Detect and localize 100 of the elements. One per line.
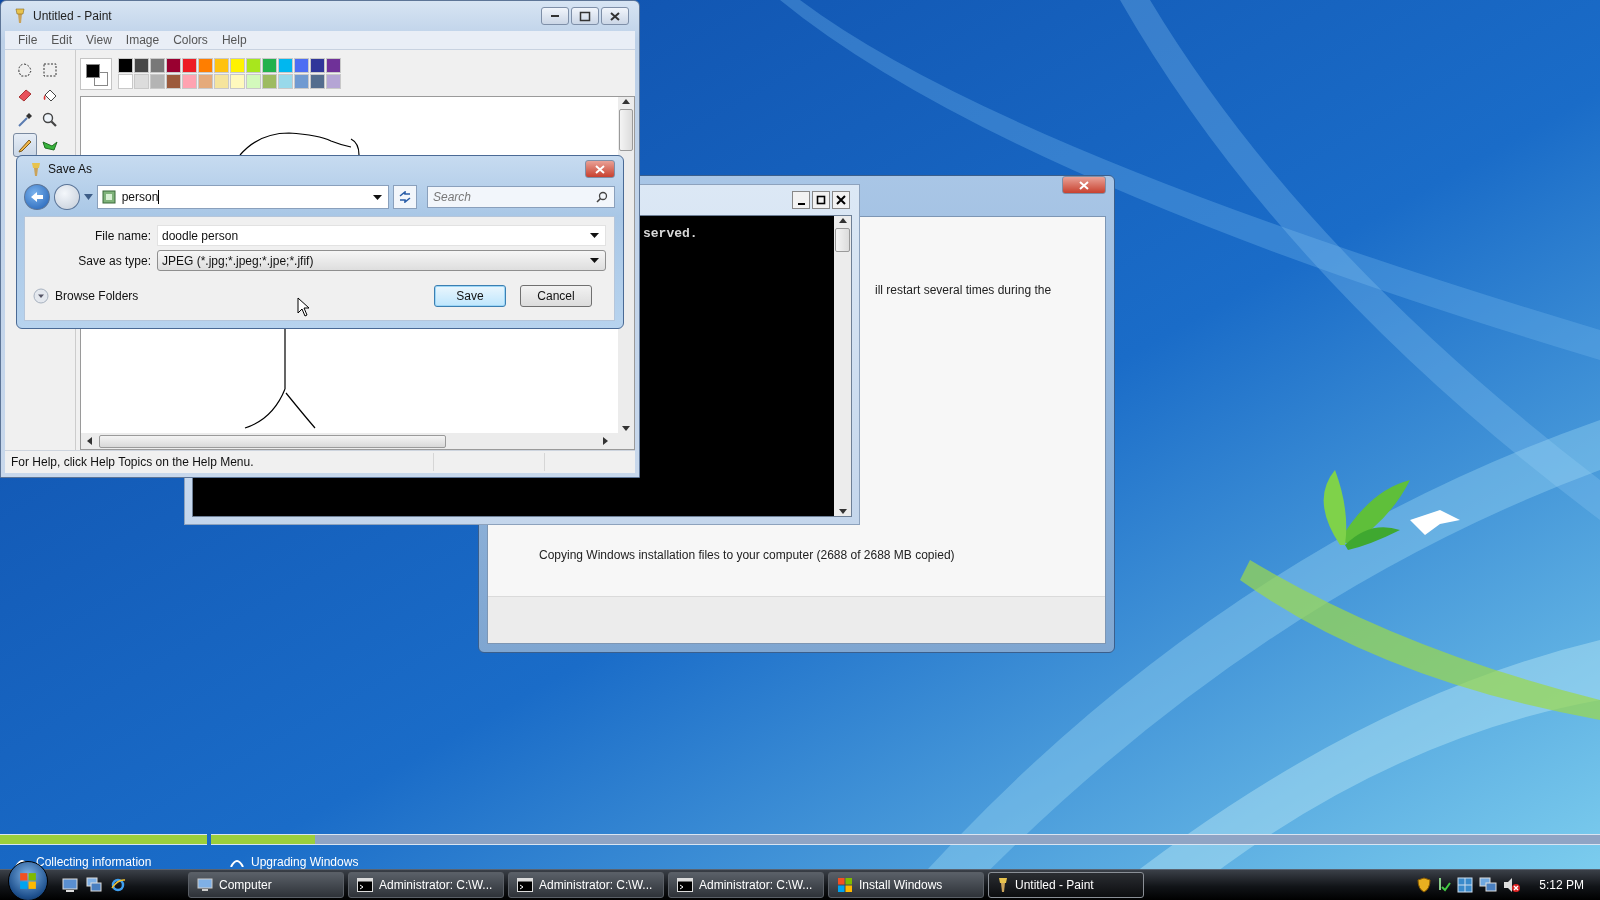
color-selector[interactable] [80, 58, 112, 90]
minimize-button[interactable] [792, 191, 810, 209]
paint-app-icon [30, 161, 42, 177]
scroll-up-icon[interactable] [621, 97, 631, 107]
scrollbar[interactable] [81, 433, 634, 449]
menu-item[interactable]: Image [118, 31, 167, 49]
color-swatch[interactable] [198, 74, 213, 89]
desktop-icon[interactable] [62, 877, 78, 893]
eraser-icon [17, 87, 33, 103]
setup-note: ill restart several times during the [875, 283, 1052, 297]
refresh-icon [398, 191, 413, 203]
check-icon[interactable] [1437, 877, 1452, 893]
dialog-button[interactable]: Cancel [520, 285, 592, 307]
color-swatch[interactable] [278, 58, 293, 73]
file-type-dropdown[interactable]: JPEG (*.jpg;*.jpeg;*.jpe;*.jfif) [157, 250, 606, 271]
pencil-icon [17, 137, 33, 153]
console-icon [357, 878, 373, 892]
paint-bucket-icon [42, 87, 58, 103]
minimize-button[interactable] [541, 7, 569, 25]
color-swatch[interactable] [326, 74, 341, 89]
taskbar-button[interactable]: Computer [188, 872, 344, 898]
color-swatch[interactable] [246, 58, 261, 73]
history-caret-icon[interactable] [83, 194, 93, 200]
menu-item[interactable]: Help [214, 31, 254, 49]
console-icon [677, 878, 693, 892]
field-label: Save as type: [77, 253, 151, 268]
back-button[interactable] [24, 184, 50, 210]
search-field[interactable]: Search [427, 186, 615, 208]
color-swatch[interactable] [118, 74, 133, 89]
refresh-button[interactable] [393, 185, 417, 209]
shield-icon[interactable] [1417, 877, 1432, 893]
maximize-button[interactable] [812, 191, 830, 209]
forward-button[interactable] [53, 184, 80, 210]
menu-item[interactable]: Edit [44, 31, 80, 49]
scroll-up-icon[interactable] [837, 216, 848, 226]
color-swatch[interactable] [230, 58, 245, 73]
network-icon[interactable] [1479, 877, 1498, 893]
color-swatch[interactable] [214, 74, 229, 89]
color-swatch[interactable] [134, 58, 149, 73]
color-swatch[interactable] [166, 58, 181, 73]
scroll-down-icon[interactable] [837, 506, 848, 516]
browser-icon[interactable] [110, 877, 126, 893]
clock[interactable]: 5:12 PM [1539, 878, 1584, 892]
windows-switch-icon[interactable] [86, 877, 102, 893]
scrollbar[interactable] [834, 216, 851, 516]
color-swatch[interactable] [246, 74, 261, 89]
scroll-left-icon[interactable] [85, 436, 95, 446]
minimize-icon [551, 15, 559, 17]
window-title: Untitled - Paint [33, 9, 113, 23]
file-name-field[interactable]: doodle person [157, 225, 606, 246]
close-button[interactable] [832, 191, 850, 209]
muted-speaker-icon[interactable] [1503, 877, 1522, 893]
scroll-thumb[interactable] [618, 109, 634, 151]
step-label: Collecting information [36, 855, 152, 869]
step-label: Upgrading Windows [251, 855, 359, 869]
menu-item[interactable]: Colors [166, 31, 215, 49]
magnifier-icon [42, 112, 58, 128]
color-swatch[interactable] [230, 74, 245, 89]
color-swatch[interactable] [262, 58, 277, 73]
color-swatch[interactable] [262, 74, 277, 89]
color-swatch[interactable] [310, 58, 325, 73]
maximize-button[interactable] [571, 7, 599, 25]
expand-icon[interactable] [33, 288, 49, 304]
color-swatch[interactable] [278, 74, 293, 89]
color-swatch[interactable] [150, 58, 165, 73]
color-swatch[interactable] [294, 58, 309, 73]
color-swatch[interactable] [310, 74, 325, 89]
taskbar-button[interactable]: Administrator: C:\W... [508, 872, 664, 898]
browse-folders-link[interactable]: Browse Folders [55, 289, 139, 303]
color-swatch[interactable] [150, 74, 165, 89]
menu-item[interactable]: File [11, 31, 45, 49]
close-button[interactable] [601, 7, 629, 25]
scroll-right-icon[interactable] [600, 436, 610, 446]
minimize-icon [797, 202, 805, 205]
color-swatch[interactable] [166, 74, 181, 89]
color-swatch[interactable] [214, 58, 229, 73]
maximize-icon [816, 195, 826, 205]
caret-icon [590, 258, 599, 263]
paint-app-icon [997, 877, 1009, 893]
color-swatch[interactable] [182, 74, 197, 89]
color-swatch[interactable] [118, 58, 133, 73]
color-swatch[interactable] [294, 74, 309, 89]
tool-button[interactable] [13, 133, 37, 157]
field-label: File name: [93, 228, 151, 243]
taskbar-button[interactable]: Administrator: C:\W... [668, 872, 824, 898]
color-swatch[interactable] [326, 58, 341, 73]
scroll-thumb[interactable] [834, 228, 851, 252]
menu-item[interactable]: View [79, 31, 119, 49]
color-swatch[interactable] [134, 74, 149, 89]
free-select-icon [17, 62, 33, 78]
taskbar-button[interactable]: Administrator: C:\W... [348, 872, 504, 898]
taskbar-button[interactable]: Untitled - Paint [988, 872, 1144, 898]
scroll-thumb[interactable] [99, 434, 446, 448]
taskbar-button[interactable]: Install Windows [828, 872, 984, 898]
color-swatch[interactable] [182, 58, 197, 73]
address-bar[interactable]: person [96, 185, 390, 209]
dialog-button[interactable]: Save [434, 285, 506, 307]
grid-icon[interactable] [1457, 877, 1474, 893]
maximize-icon [578, 9, 592, 23]
color-swatch[interactable] [198, 58, 213, 73]
